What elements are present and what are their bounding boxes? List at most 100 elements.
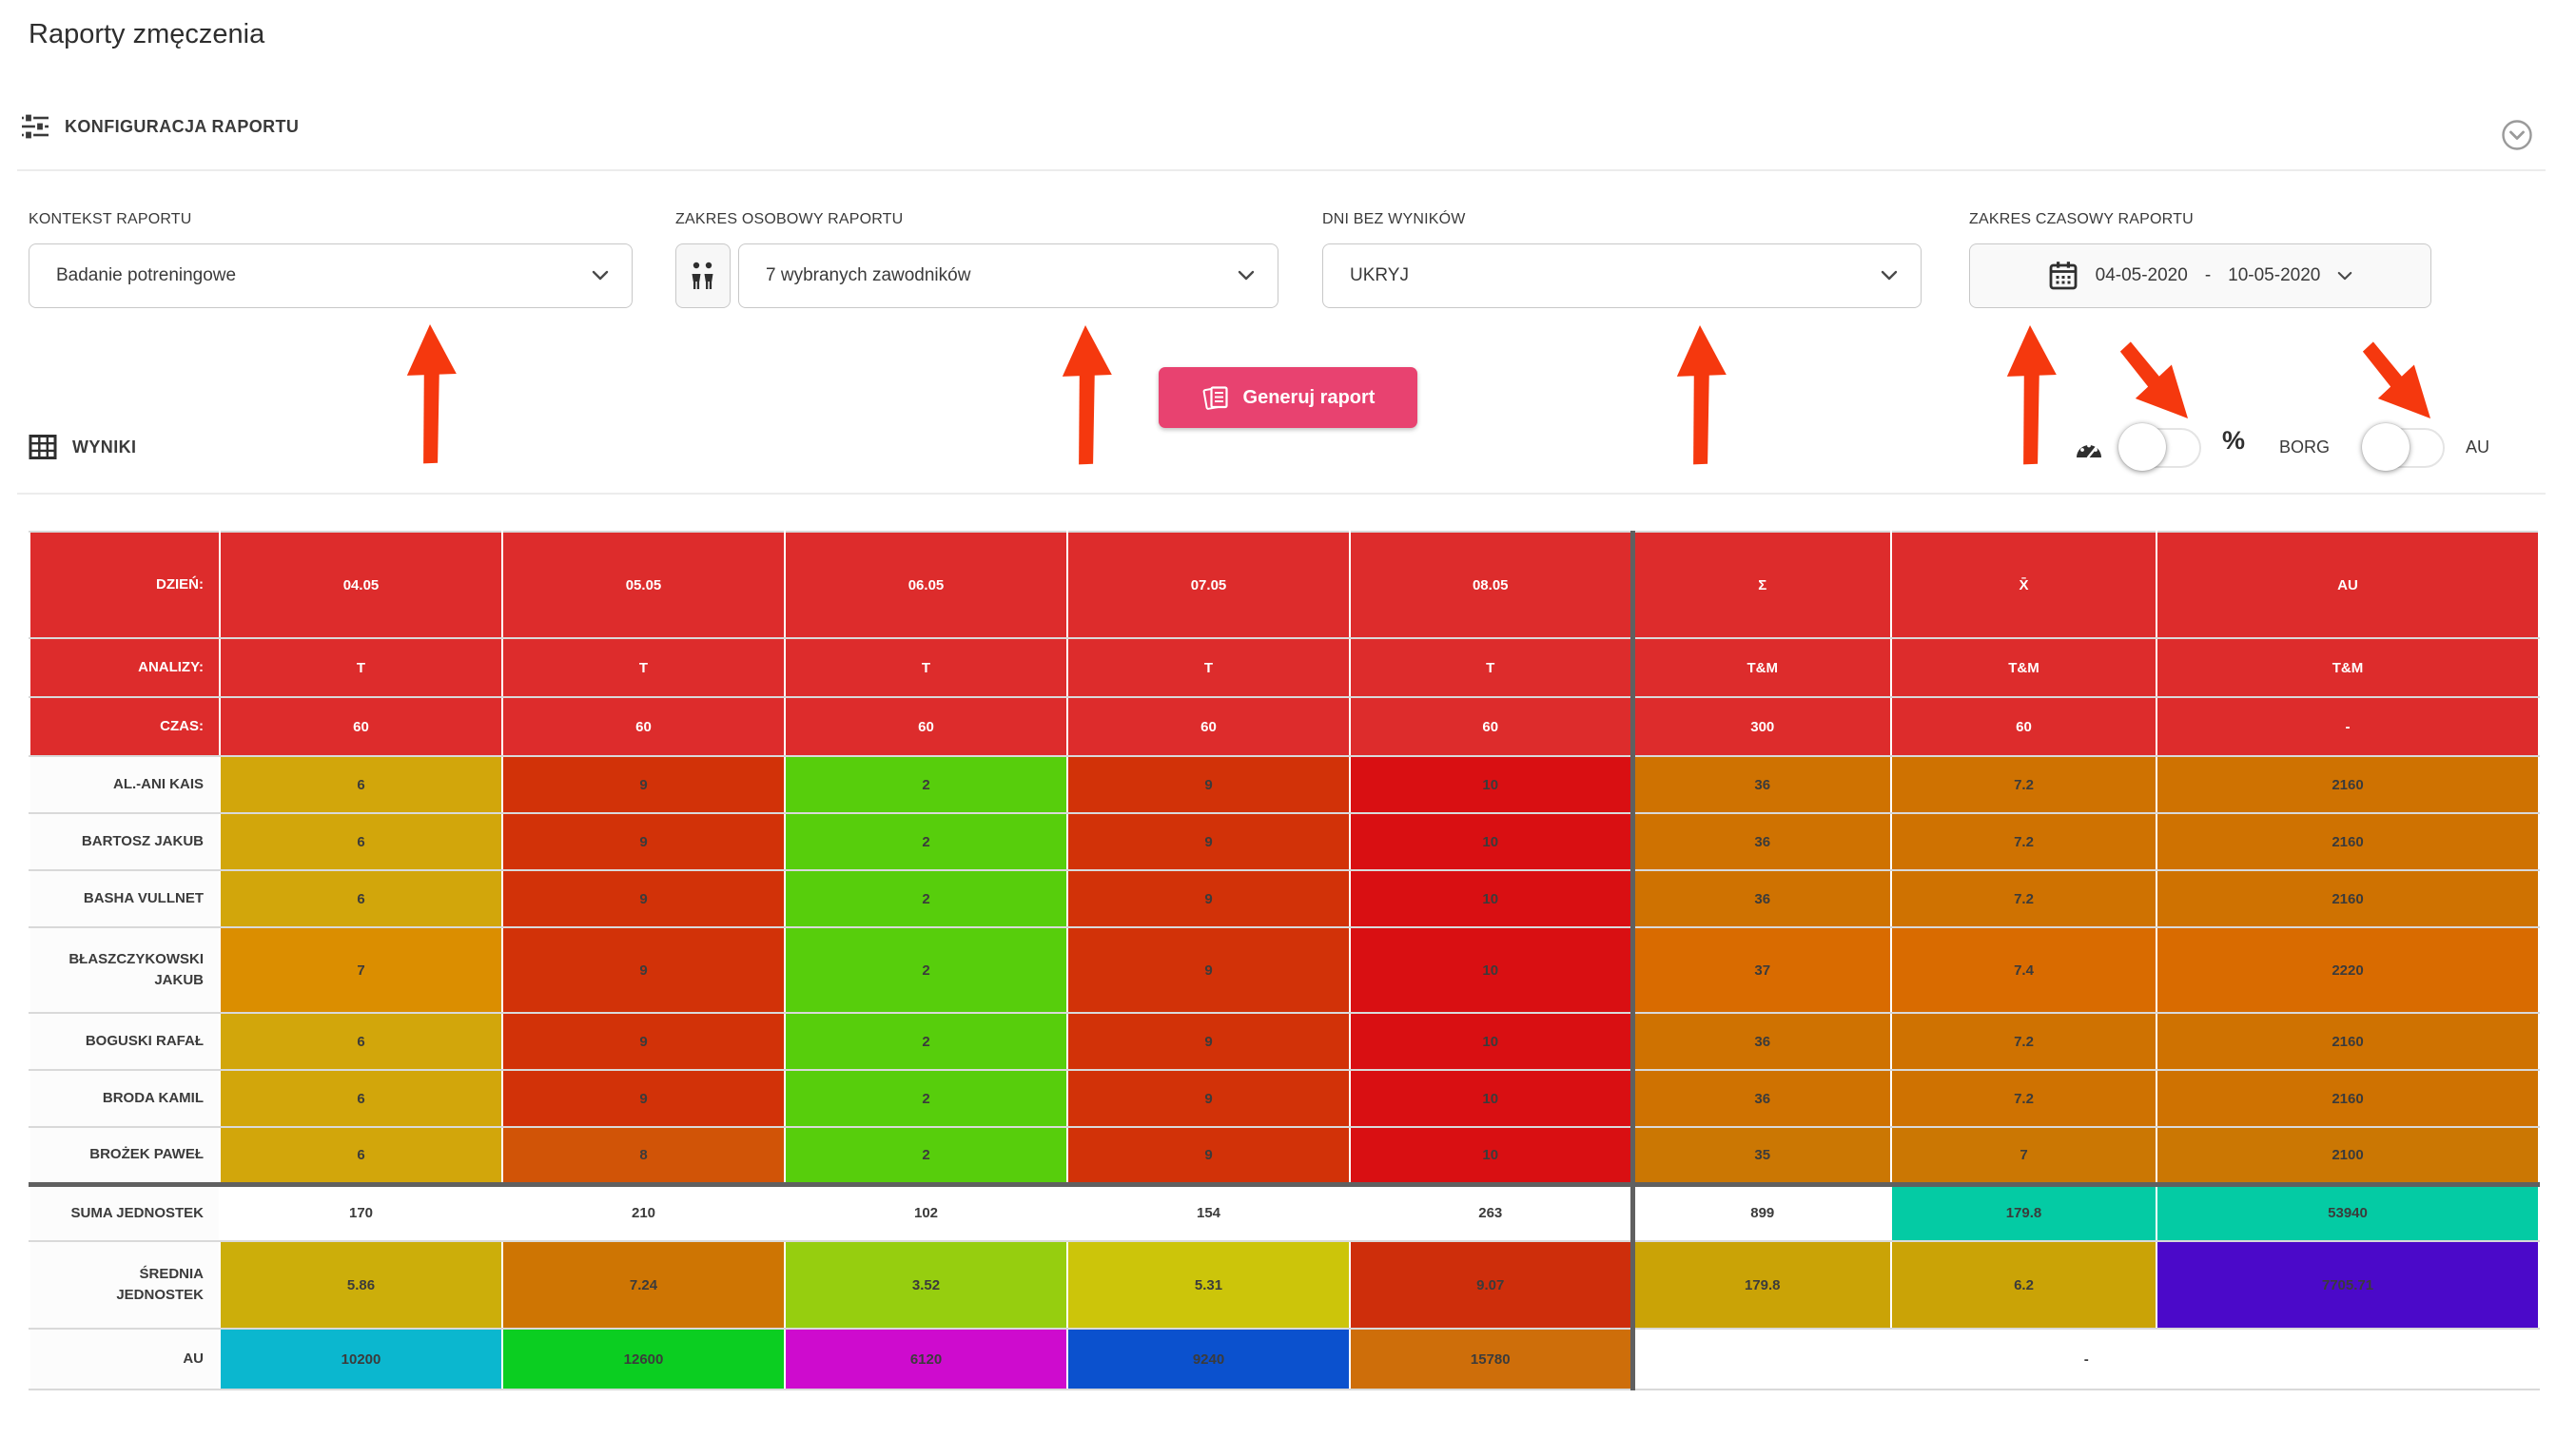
report-context-value: Badanie potreningowe: [56, 265, 592, 286]
value-cell: 8: [502, 1127, 785, 1184]
value-cell: 53940: [2156, 1184, 2539, 1241]
days-without-results-value: UKRYJ: [1350, 265, 1881, 286]
value-cell: 2: [785, 1013, 1067, 1070]
value-cell: 9: [1067, 870, 1350, 927]
borg-label: BORG: [2279, 437, 2330, 457]
value-cell: 9: [1067, 1127, 1350, 1184]
header-cell: 60: [1891, 697, 2156, 756]
date-separator: -: [2205, 265, 2211, 286]
players-icon-button[interactable]: [675, 243, 731, 308]
report-context-select[interactable]: Badanie potreningowe: [29, 243, 633, 308]
value-cell: 2100: [2156, 1127, 2539, 1184]
row-label: BOGUSKI RAFAŁ: [29, 1013, 220, 1070]
table-row: BŁASZCZYKOWSKI JAKUB792910377.42220: [29, 927, 2539, 1013]
row-label: BASHA VULLNET: [29, 870, 220, 927]
arrow-days-without-results: [1675, 324, 1729, 465]
table-row: ŚREDNIA JEDNOSTEK5.867.243.525.319.07179…: [29, 1241, 2539, 1329]
table-header-row: ANALIZY:TTTTTT&MT&MT&M: [29, 638, 2539, 697]
collapse-config-button[interactable]: [2500, 118, 2534, 152]
results-table-body: DZIEŃ:04.0505.0506.0507.0508.05ΣX̄AUANAL…: [29, 532, 2539, 1389]
value-cell: 2: [785, 756, 1067, 813]
value-cell: 10: [1350, 927, 1632, 1013]
value-cell: 7: [220, 927, 502, 1013]
percent-label: %: [2222, 426, 2245, 456]
value-cell: 12600: [502, 1329, 785, 1389]
header-cell: Σ: [1632, 532, 1891, 638]
value-cell: 7.2: [1891, 756, 2156, 813]
value-cell: 6.2: [1891, 1241, 2156, 1329]
header-cell: T: [220, 638, 502, 697]
date-to: 10-05-2020: [2228, 265, 2320, 286]
value-cell: 7.2: [1891, 870, 2156, 927]
value-cell: 9: [1067, 813, 1350, 870]
personal-scope-select[interactable]: 7 wybranych zawodników: [738, 243, 1278, 308]
value-cell: 9: [502, 813, 785, 870]
value-cell: 10: [1350, 870, 1632, 927]
header-cell: AU: [2156, 532, 2539, 638]
report-context-label: KONTEKST RAPORTU: [29, 211, 633, 228]
gauge-icon: [2074, 434, 2104, 462]
value-cell: 179.8: [1891, 1184, 2156, 1241]
days-without-results-label: DNI BEZ WYNIKÓW: [1322, 211, 1922, 228]
header-cell: T: [1350, 638, 1632, 697]
personal-scope-label: ZAKRES OSOBOWY RAPORTU: [675, 211, 1278, 228]
value-cell: 2: [785, 813, 1067, 870]
row-label: SUMA JEDNOSTEK: [29, 1184, 220, 1241]
value-cell: 37: [1632, 927, 1891, 1013]
arrow-report-context: [405, 323, 459, 464]
results-section-header: WYNIKI: [29, 433, 136, 461]
value-cell: 2160: [2156, 756, 2539, 813]
value-cell: 7.24: [502, 1241, 785, 1329]
table-row: BROŻEK PAWEŁ6829103572100: [29, 1127, 2539, 1184]
value-cell: 2220: [2156, 927, 2539, 1013]
header-cell: T: [502, 638, 785, 697]
people-icon: [689, 261, 717, 291]
field-time-range: ZAKRES CZASOWY RAPORTU 04-05-2020 - 10-0…: [1969, 211, 2431, 308]
header-cell: 60: [785, 697, 1067, 756]
arrow-borg-toggle: [2348, 332, 2449, 436]
value-cell: 102: [785, 1184, 1067, 1241]
date-range-picker[interactable]: 04-05-2020 - 10-05-2020: [1969, 243, 2431, 308]
row-label: BROŻEK PAWEŁ: [29, 1127, 220, 1184]
percent-toggle[interactable]: [2119, 428, 2201, 468]
value-cell: 9: [1067, 1013, 1350, 1070]
value-cell: 2160: [2156, 1013, 2539, 1070]
value-cell: 9240: [1067, 1329, 1350, 1389]
field-personal-scope: ZAKRES OSOBOWY RAPORTU 7 wybranych zawod…: [675, 211, 1278, 308]
days-without-results-select[interactable]: UKRYJ: [1322, 243, 1922, 308]
row-label: AU: [29, 1329, 220, 1389]
chevron-down-icon: [592, 270, 609, 282]
value-cell: 36: [1632, 870, 1891, 927]
value-cell: 3.52: [785, 1241, 1067, 1329]
value-cell: 2160: [2156, 1070, 2539, 1127]
chevron-down-icon: [1881, 270, 1898, 282]
value-cell: 2: [785, 870, 1067, 927]
value-cell: 10200: [220, 1329, 502, 1389]
value-cell: 2160: [2156, 870, 2539, 927]
header-cell: 06.05: [785, 532, 1067, 638]
header-cell: X̄: [1891, 532, 2156, 638]
date-from: 04-05-2020: [2096, 265, 2188, 286]
row-label: ANALIZY:: [29, 638, 220, 697]
value-cell: 15780: [1350, 1329, 1632, 1389]
value-cell: 10: [1350, 1013, 1632, 1070]
config-section-header: KONFIGURACJA RAPORTU: [21, 112, 299, 141]
table-row: AU10200126006120924015780-: [29, 1329, 2539, 1389]
page-title: Raporty zmęczenia: [29, 19, 264, 50]
row-label: BARTOSZ JAKUB: [29, 813, 220, 870]
header-cell: 60: [220, 697, 502, 756]
value-cell: 9: [1067, 927, 1350, 1013]
borg-au-toggle[interactable]: [2363, 428, 2445, 468]
value-cell: 2: [785, 1127, 1067, 1184]
row-label: AL.-ANI KAIS: [29, 756, 220, 813]
value-cell: 36: [1632, 813, 1891, 870]
table-row: BOGUSKI RAFAŁ692910367.22160: [29, 1013, 2539, 1070]
value-cell: 170: [220, 1184, 502, 1241]
time-range-label: ZAKRES CZASOWY RAPORTU: [1969, 211, 2431, 228]
section-divider: [17, 169, 2546, 171]
value-cell: 9: [502, 927, 785, 1013]
generate-report-button[interactable]: Generuj raport: [1159, 367, 1417, 428]
value-cell: 5.31: [1067, 1241, 1350, 1329]
chevron-down-circle-icon: [2500, 118, 2534, 152]
value-cell: 7.2: [1891, 813, 2156, 870]
